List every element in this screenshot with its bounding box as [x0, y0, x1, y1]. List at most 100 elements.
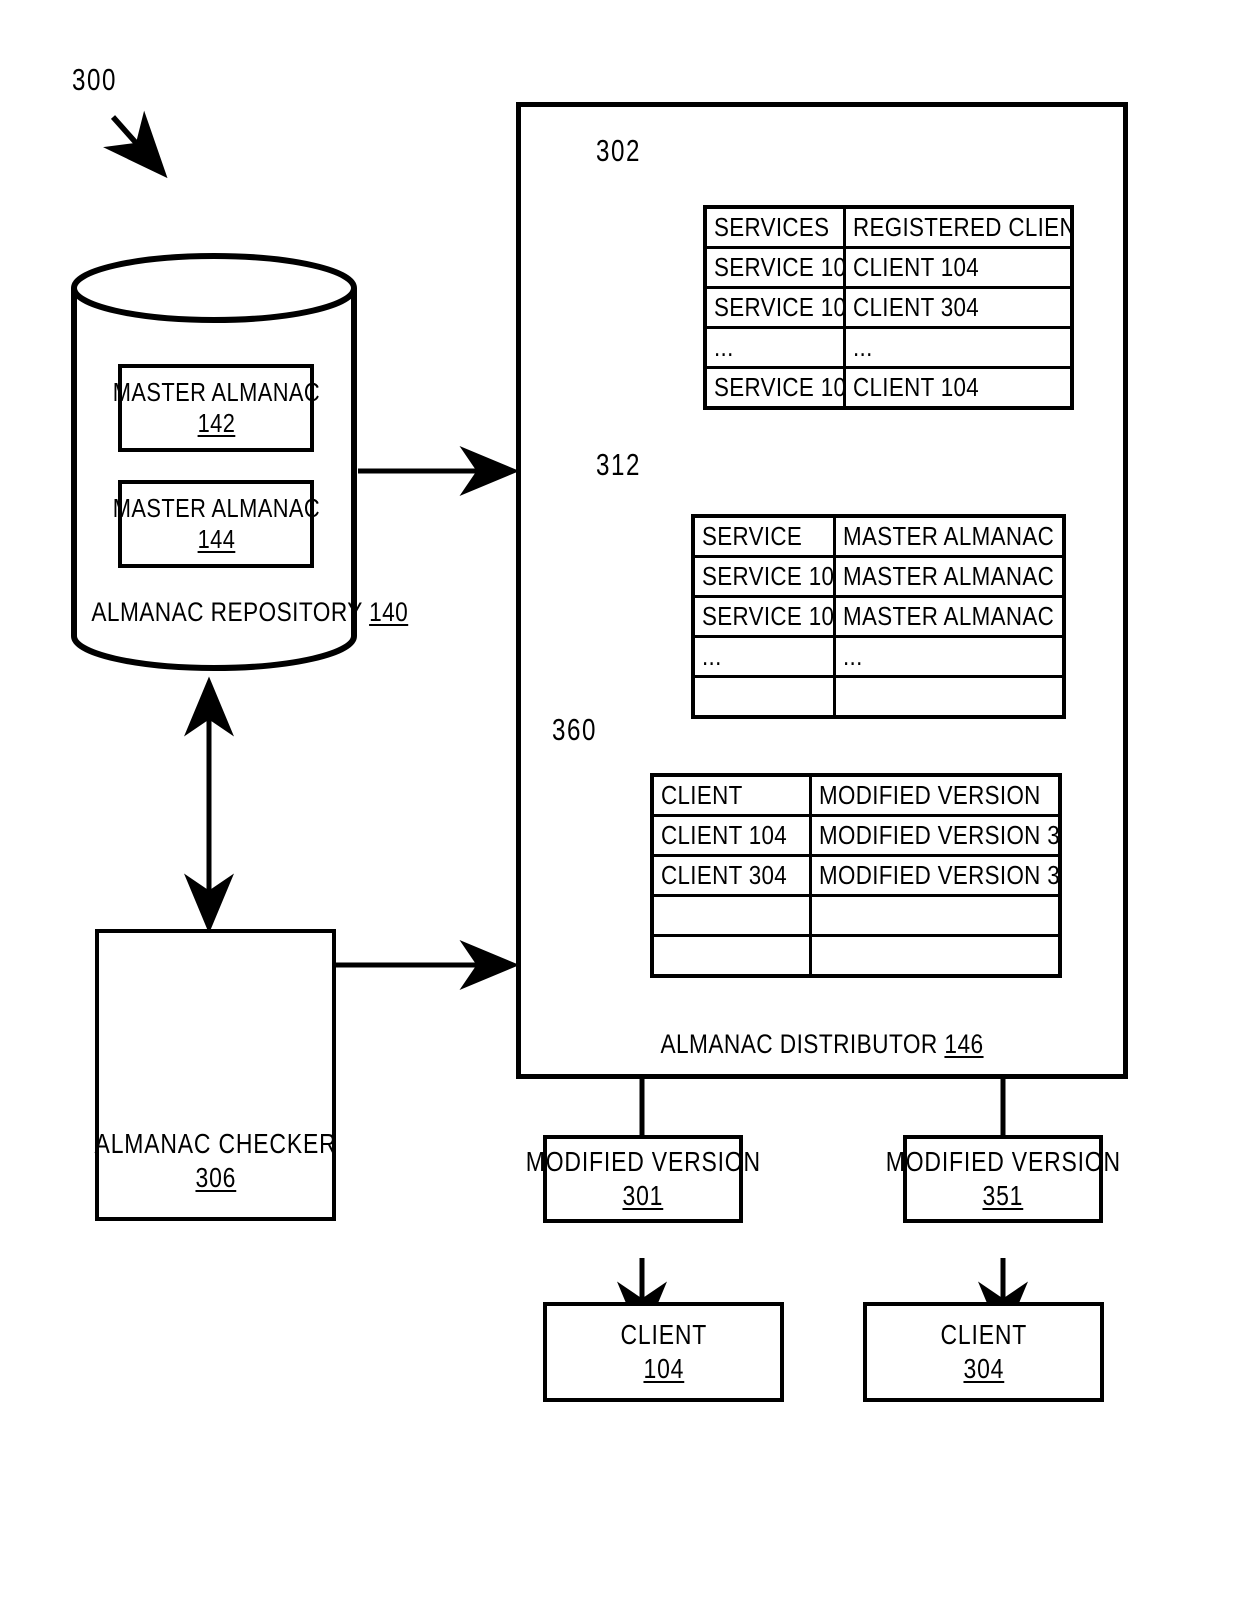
cell-text: CLIENT 304 — [661, 860, 788, 890]
almanac-checker-box: ALMANAC CHECKER 306 — [95, 929, 336, 1221]
services-registered-clients-table: SERVICES REGISTERED CLIENTS SERVICE 106 … — [703, 205, 1074, 410]
table-row — [691, 675, 1066, 719]
cell-text: SERVICE 106 — [702, 561, 834, 591]
modified-version-351-number: 351 — [982, 1180, 1024, 1211]
table-cell: MODIFIED VERSION 301 — [808, 814, 1062, 857]
cell-text: MODIFIED VERSION 301 — [818, 820, 1060, 850]
cell-text: ... — [852, 332, 873, 362]
cell-text: MASTER ALMANAC 144 — [842, 601, 1062, 631]
almanac-repository-cylinder: MASTER ALMANAC 142 MASTER ALMANAC 144 AL… — [68, 252, 408, 672]
table-row — [650, 934, 1062, 978]
cell-text: MASTER ALMANAC 142 — [842, 561, 1062, 591]
table-cell: MODIFIED VERSION 351 — [808, 854, 1062, 897]
figure-reference-300: 300 — [72, 62, 118, 97]
cell-text: REGISTERED CLIENTS — [852, 212, 1070, 242]
almanac-distributor-label-text: ALMANAC DISTRIBUTOR — [660, 1029, 938, 1059]
table-cell — [808, 934, 1062, 978]
table-cell: CLIENT 104 — [842, 366, 1074, 410]
table-cell: ... — [832, 635, 1066, 678]
table-row: ... ... — [703, 326, 1074, 369]
table-cell: CLIENT 104 — [650, 814, 812, 857]
modified-version-301-number: 301 — [622, 1180, 664, 1211]
table-cell — [832, 675, 1066, 719]
client-304-number: 304 — [963, 1353, 1004, 1384]
table-cell — [650, 894, 812, 937]
modified-version-301-title: MODIFIED VERSION — [525, 1145, 761, 1177]
table-cell: CLIENT 304 — [650, 854, 812, 897]
table-header-cell: CLIENT — [650, 773, 812, 817]
table-cell: SERVICE 106 — [703, 286, 846, 329]
cell-text: SERVICE 108 — [714, 372, 841, 402]
table-reference-360: 360 — [552, 712, 598, 747]
client-104-title: CLIENT — [620, 1318, 707, 1350]
table-cell: CLIENT 104 — [842, 246, 1074, 289]
client-304-title: CLIENT — [940, 1318, 1027, 1350]
cell-text: SERVICE 108 — [702, 601, 834, 631]
table-row: SERVICE 106 CLIENT 304 — [703, 286, 1074, 329]
almanac-repository-label: ALMANAC REPOSITORY 140 — [91, 597, 407, 628]
table-cell: CLIENT 304 — [842, 286, 1074, 329]
cell-text: CLIENT — [661, 780, 743, 810]
cell-text: CLIENT 304 — [852, 292, 979, 322]
cell-text: MODIFIED VERSION 351 — [818, 860, 1060, 890]
lead-arrow-300 — [103, 110, 168, 179]
table-cell: MASTER ALMANAC 144 — [832, 595, 1066, 638]
table-header-cell: REGISTERED CLIENTS — [842, 205, 1074, 249]
table-cell: ... — [703, 326, 846, 369]
cell-text: SERVICE 106 — [714, 252, 841, 282]
table-header-cell: SERVICE — [691, 514, 836, 558]
table-cell: ... — [842, 326, 1074, 369]
almanac-repository-label-number: 140 — [369, 597, 409, 627]
master-almanac-144-box: MASTER ALMANAC 144 — [112, 480, 319, 568]
table-cell — [691, 675, 836, 719]
master-almanac-142-number: 142 — [197, 408, 235, 438]
master-almanac-144-number: 144 — [197, 524, 235, 554]
table-header-row: SERVICES REGISTERED CLIENTS — [703, 205, 1074, 249]
client-modified-version-table: CLIENT MODIFIED VERSION CLIENT 104 MODIF… — [650, 773, 1062, 978]
table-row: SERVICE 106 CLIENT 104 — [703, 246, 1074, 289]
almanac-distributor-label-number: 146 — [944, 1029, 984, 1059]
table-header-row: CLIENT MODIFIED VERSION — [650, 773, 1062, 817]
cell-text: ... — [842, 641, 863, 671]
client-104-box: CLIENT 104 — [543, 1302, 784, 1402]
cell-text: SERVICE — [702, 521, 803, 551]
modified-version-351-title: MODIFIED VERSION — [885, 1145, 1121, 1177]
table-cell: SERVICE 106 — [691, 555, 836, 598]
cell-text: MASTER ALMANAC — [842, 521, 1054, 551]
table-row: CLIENT 304 MODIFIED VERSION 351 — [650, 854, 1062, 897]
almanac-checker-title: ALMANAC CHECKER — [94, 1127, 337, 1159]
modified-version-351-box: MODIFIED VERSION 351 — [885, 1135, 1120, 1223]
modified-version-301-box: MODIFIED VERSION 301 — [525, 1135, 760, 1223]
cell-text: CLIENT 104 — [661, 820, 788, 850]
table-reference-302: 302 — [596, 133, 642, 168]
cell-text: ... — [714, 332, 734, 362]
master-almanac-142-box: MASTER ALMANAC 142 — [112, 364, 319, 452]
almanac-checker-number: 306 — [195, 1161, 236, 1193]
table-header-row: SERVICE MASTER ALMANAC — [691, 514, 1066, 558]
cell-text: ... — [702, 641, 722, 671]
cell-text: SERVICE 106 — [714, 292, 841, 322]
almanac-repository-label-text: ALMANAC REPOSITORY — [91, 597, 363, 627]
table-header-cell: MASTER ALMANAC — [832, 514, 1066, 558]
cell-text: CLIENT 104 — [852, 252, 979, 282]
cell-text: SERVICES — [714, 212, 830, 242]
table-cell — [808, 894, 1062, 937]
service-master-almanac-table: SERVICE MASTER ALMANAC SERVICE 106 MASTE… — [691, 514, 1066, 719]
table-row: SERVICE 108 MASTER ALMANAC 144 — [691, 595, 1066, 638]
table-row: CLIENT 104 MODIFIED VERSION 301 — [650, 814, 1062, 857]
patent-figure-300: 300 MASTER ALMANAC 142 MASTER ALMANAC 14… — [0, 0, 1240, 1613]
master-almanac-144-title: MASTER ALMANAC — [112, 492, 320, 523]
table-header-cell: MODIFIED VERSION — [808, 773, 1062, 817]
table-cell — [650, 934, 812, 978]
almanac-distributor-label: ALMANAC DISTRIBUTOR 146 — [569, 1029, 1075, 1060]
table-cell: ... — [691, 635, 836, 678]
client-304-box: CLIENT 304 — [863, 1302, 1104, 1402]
table-reference-312: 312 — [596, 447, 642, 482]
table-row — [650, 894, 1062, 937]
table-row: ... ... — [691, 635, 1066, 678]
table-cell: SERVICE 108 — [691, 595, 836, 638]
table-cell: MASTER ALMANAC 142 — [832, 555, 1066, 598]
table-row: SERVICE 106 MASTER ALMANAC 142 — [691, 555, 1066, 598]
client-104-number: 104 — [643, 1353, 684, 1384]
table-header-cell: SERVICES — [703, 205, 846, 249]
